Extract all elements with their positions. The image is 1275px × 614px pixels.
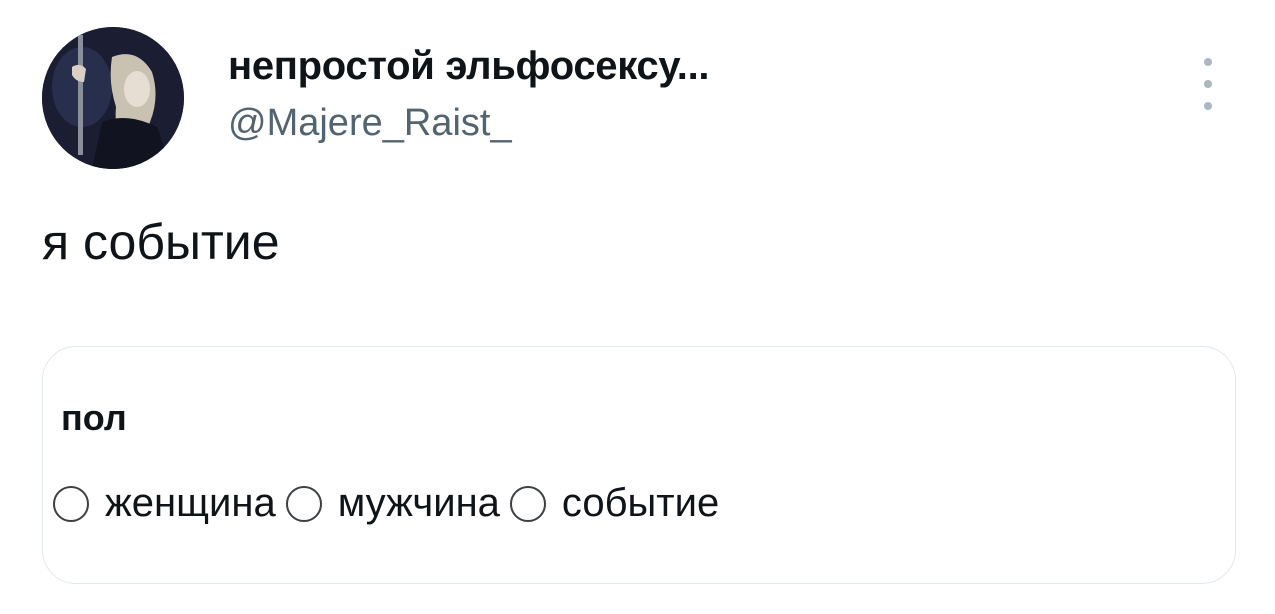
radio-group: женщина мужчина событие (53, 481, 729, 526)
radio-option-male[interactable]: мужчина (285, 481, 500, 526)
menu-dot (1204, 80, 1212, 88)
menu-dot (1204, 102, 1212, 110)
radio-button-icon[interactable] (285, 485, 322, 522)
radio-option-female[interactable]: женщина (53, 481, 276, 526)
radio-option-label: мужчина (337, 481, 500, 525)
radio-option-label: женщина (105, 481, 276, 525)
tweet-text: я событие (42, 214, 280, 270)
avatar[interactable] (42, 27, 184, 169)
radio-button-icon[interactable] (53, 485, 89, 522)
form-field-title: пол (61, 397, 127, 438)
profile-photo-image (42, 27, 184, 169)
radio-option-label: событие (561, 481, 720, 525)
radio-option-event[interactable]: событие (509, 481, 720, 526)
author-handle[interactable]: @Majere_Raist_ (228, 102, 512, 145)
more-vertical-icon[interactable] (1196, 58, 1220, 110)
author-display-name[interactable]: непростой эльфосексу... (228, 44, 710, 89)
form-card: пол женщина мужчина событие (42, 346, 1236, 584)
radio-button-icon[interactable] (509, 485, 546, 522)
menu-dot (1204, 58, 1212, 66)
